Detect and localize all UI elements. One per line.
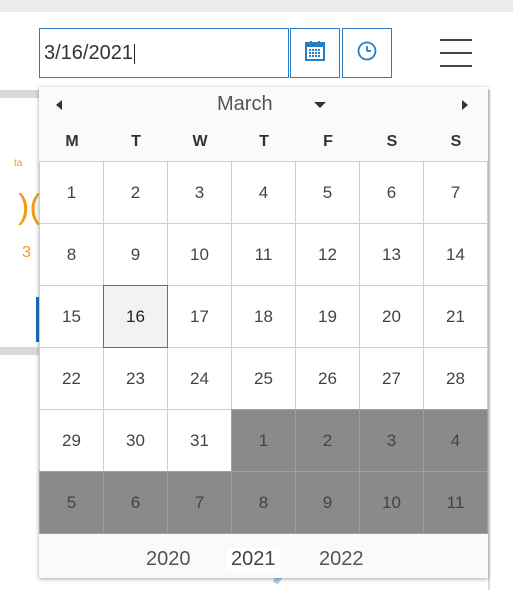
day-cell[interactable]: 27 [359,347,424,410]
day-cell[interactable]: 31 [167,409,232,472]
weekday-label: W [192,133,208,150]
day-cell[interactable]: 18 [231,285,296,348]
weekday-label: T [131,133,141,150]
year-option[interactable]: 2021 [227,548,280,571]
background-fragment: ta [14,158,23,169]
clock-icon [356,40,378,67]
day-cell[interactable]: 3 [167,161,232,224]
day-cell[interactable]: 5 [295,161,360,224]
year-selector: 2020 2021 2022 [39,542,488,578]
text-caret [133,43,135,64]
next-month-arrow-icon[interactable] [462,100,468,110]
day-cell[interactable]: 13 [359,223,424,286]
day-cell[interactable]: 17 [167,285,232,348]
month-label[interactable]: March [217,93,273,116]
day-cell[interactable]: 30 [103,409,168,472]
day-cell-selected[interactable]: 16 [103,285,168,348]
day-cell[interactable]: 21 [423,285,488,348]
day-cell[interactable]: 8 [39,223,104,286]
day-cell[interactable]: 10 [167,223,232,286]
day-cell-next-month[interactable]: 8 [231,471,296,534]
day-cell[interactable]: 24 [167,347,232,410]
day-cell-next-month[interactable]: 1 [231,409,296,472]
background-divider [488,90,490,590]
day-cell[interactable]: 15 [39,285,104,348]
month-header: March [39,87,488,122]
day-cell[interactable]: 9 [103,223,168,286]
background-bar [0,90,39,98]
day-cell[interactable]: 19 [295,285,360,348]
menu-button[interactable] [434,33,478,73]
weekday-label: F [323,133,333,150]
weekday-label: M [65,133,79,150]
day-cell[interactable]: 20 [359,285,424,348]
weekday-label: T [259,133,269,150]
calendar-icon [304,40,326,67]
hamburger-menu-icon [440,52,472,54]
day-cell[interactable]: 26 [295,347,360,410]
previous-month-arrow-icon[interactable] [56,100,62,110]
date-input[interactable]: 3/16/2021 [39,28,289,78]
time-button[interactable] [342,28,392,78]
day-cell[interactable]: 23 [103,347,168,410]
day-cell[interactable]: 6 [359,161,424,224]
hamburger-menu-icon [440,39,472,41]
day-cell-next-month[interactable]: 5 [39,471,104,534]
day-cell-next-month[interactable]: 4 [423,409,488,472]
day-cell-next-month[interactable]: 6 [103,471,168,534]
background-fragment: )( [18,188,41,226]
day-cell[interactable]: 1 [39,161,104,224]
background-fragment: 3 [22,244,31,261]
background-bar [0,347,39,355]
day-cell[interactable]: 4 [231,161,296,224]
year-option[interactable]: 2020 [146,548,191,571]
day-cell[interactable]: 2 [103,161,168,224]
date-input-value: 3/16/2021 [44,42,133,64]
day-cell[interactable]: 12 [295,223,360,286]
year-option[interactable]: 2022 [319,548,364,571]
weekday-label: S [386,133,398,150]
day-cell[interactable]: 11 [231,223,296,286]
day-cell[interactable]: 28 [423,347,488,410]
day-grid: 1 2 3 4 5 6 7 8 9 10 11 12 13 14 15 16 17 18 19 20 21 22 23 24 2… [39,161,488,534]
day-cell[interactable]: 25 [231,347,296,410]
day-cell[interactable]: 29 [39,409,104,472]
day-cell-next-month[interactable]: 10 [359,471,424,534]
hamburger-menu-icon [440,65,472,67]
day-cell-next-month[interactable]: 9 [295,471,360,534]
day-cell[interactable]: 14 [423,223,488,286]
calendar-button[interactable] [290,28,340,78]
day-cell-next-month[interactable]: 11 [423,471,488,534]
day-cell-next-month[interactable]: 3 [359,409,424,472]
weekday-header-row: MTWTFSS [40,127,487,157]
month-dropdown-arrow-icon[interactable] [314,102,326,108]
day-cell[interactable]: 22 [39,347,104,410]
top-band [0,0,513,12]
weekday-label: S [450,133,462,150]
day-cell-next-month[interactable]: 2 [295,409,360,472]
day-cell[interactable]: 7 [423,161,488,224]
day-cell-next-month[interactable]: 7 [167,471,232,534]
date-picker-popup: March MTWTFSS 1 2 3 4 5 6 7 8 9 10 11 12 13 14 15 16 17 1… [39,87,488,578]
